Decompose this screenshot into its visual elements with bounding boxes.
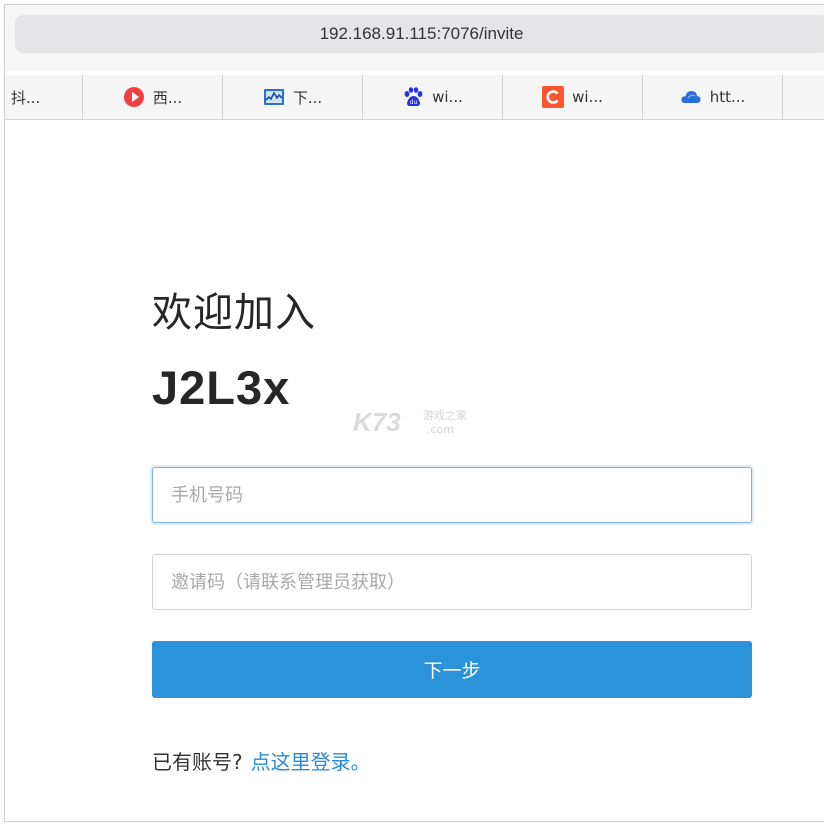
browser-window: 192.168.91.115:7076/invite 抖... 西... 下..… [4, 4, 824, 822]
bookmark-item-csdn[interactable]: wi... [503, 75, 643, 119]
bookmark-label: 抖... [11, 88, 41, 107]
welcome-heading: 欢迎加入 [152, 290, 316, 336]
bookmark-item-douyin[interactable]: 抖... [5, 75, 83, 119]
address-bar[interactable]: 192.168.91.115:7076/invite [15, 15, 824, 53]
invite-code-input[interactable] [152, 554, 752, 610]
app-name: J2L3x [152, 361, 291, 414]
bookmark-item-baidu[interactable]: du wi... [363, 75, 503, 119]
has-account-text: 已有账号? [152, 750, 243, 774]
watermark-brand: K73 [353, 407, 401, 437]
bookmark-label: 西... [152, 88, 183, 107]
login-link[interactable]: 点这里登录。 [251, 750, 371, 774]
bookmarks-bar: 抖... 西... 下... du wi... wi... htt... [5, 75, 824, 120]
cloud-icon [680, 86, 702, 108]
k73-watermark: K73 游戏之家 .com [353, 407, 467, 437]
bookmark-item-xigua[interactable]: 西... [83, 75, 223, 119]
watermark-subtitle: 游戏之家 [423, 408, 467, 422]
next-step-button[interactable]: 下一步 [152, 641, 752, 698]
address-bar-url[interactable]: 192.168.91.115:7076/invite [320, 24, 524, 44]
bookmark-item-cloud[interactable]: htt... [643, 75, 783, 119]
toolbar: 192.168.91.115:7076/invite [5, 5, 824, 71]
csdn-c-icon [542, 86, 565, 108]
watermark-domain: .com [427, 423, 454, 436]
bookmark-label: wi... [572, 88, 603, 106]
xigua-icon [123, 86, 145, 108]
page-content: 欢迎加入 J2L3x K73 游戏之家 .com 下一步 已有账号? 点这里登录。 [5, 120, 824, 821]
login-prompt: 已有账号? 点这里登录。 [152, 746, 371, 775]
phone-number-input[interactable] [152, 467, 752, 523]
monitor-chart-icon [263, 86, 285, 108]
bookmark-label: 下... [292, 88, 323, 107]
bookmark-label: htt... [709, 88, 746, 106]
bookmark-item-download[interactable]: 下... [223, 75, 363, 119]
bookmark-label: wi... [432, 88, 463, 106]
baidu-paw-icon: du [402, 86, 424, 108]
svg-text:du: du [410, 99, 418, 106]
bookmarks-bar-empty [783, 75, 824, 119]
